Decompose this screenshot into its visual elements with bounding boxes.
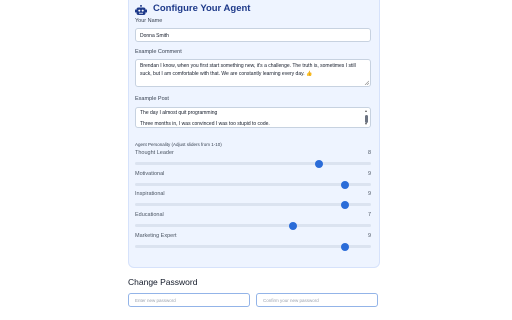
agent-config-card: Configure Your Agent Your Name Donna Smi… <box>128 0 380 268</box>
scroll-up-icon[interactable] <box>365 110 367 112</box>
slider-thumb[interactable] <box>341 200 350 209</box>
post-label: Example Post <box>135 96 169 102</box>
slider-thumb[interactable] <box>289 221 298 230</box>
post-textarea[interactable]: The day I almost quit programming Three … <box>135 107 371 128</box>
post-line-1: The day I almost quit programming <box>140 110 218 116</box>
personality-slider-row: Thought Leader 8 <box>135 150 371 170</box>
personality-slider-row: Educational 7 <box>135 212 371 232</box>
slider-label: Thought Leader <box>135 150 174 156</box>
new-password-input[interactable] <box>128 293 250 307</box>
slider-thumb[interactable] <box>341 242 350 251</box>
slider-track[interactable] <box>135 180 371 189</box>
personality-label: Agent Personality (Adjust sliders from 1… <box>135 142 222 147</box>
slider-track[interactable] <box>135 200 371 209</box>
card-header: Configure Your Agent <box>135 3 251 15</box>
slider-value: 7 <box>367 212 371 218</box>
slider-track[interactable] <box>135 221 371 230</box>
name-label: Your Name <box>135 18 163 24</box>
slider-track[interactable] <box>135 242 371 251</box>
resize-grip-icon[interactable] <box>364 80 370 86</box>
slider-thumb[interactable] <box>315 159 324 168</box>
slider-label: Inspirational <box>135 191 165 197</box>
name-input[interactable]: Donna Smith <box>135 28 371 42</box>
personality-slider-row: Inspirational 9 <box>135 191 371 211</box>
post-scrollbar[interactable] <box>364 109 369 126</box>
card-title: Configure Your Agent <box>153 3 251 14</box>
slider-label: Marketing Expert <box>135 233 177 239</box>
comment-textarea[interactable]: Brendan I know, when you first start som… <box>135 59 371 87</box>
scroll-thumb[interactable] <box>365 115 368 123</box>
slider-thumb[interactable] <box>341 180 350 189</box>
confirm-password-input[interactable] <box>256 293 378 307</box>
comment-text: Brendan I know, when you first start som… <box>140 63 356 77</box>
slider-label: Motivational <box>135 171 165 177</box>
slider-track[interactable] <box>135 159 371 168</box>
scroll-down-icon[interactable] <box>365 123 367 125</box>
slider-value: 9 <box>367 171 371 177</box>
slider-label: Educational <box>135 212 164 218</box>
personality-slider-row: Marketing Expert 9 <box>135 233 371 253</box>
robot-icon <box>135 3 147 15</box>
post-line-2: Three months in, I was convinced I was t… <box>140 120 270 127</box>
comment-label: Example Comment <box>135 49 182 55</box>
personality-slider-row: Motivational 9 <box>135 171 371 191</box>
slider-value: 9 <box>367 233 371 239</box>
change-password-title: Change Password <box>128 277 198 287</box>
slider-value: 8 <box>367 150 371 156</box>
slider-value: 9 <box>367 191 371 197</box>
